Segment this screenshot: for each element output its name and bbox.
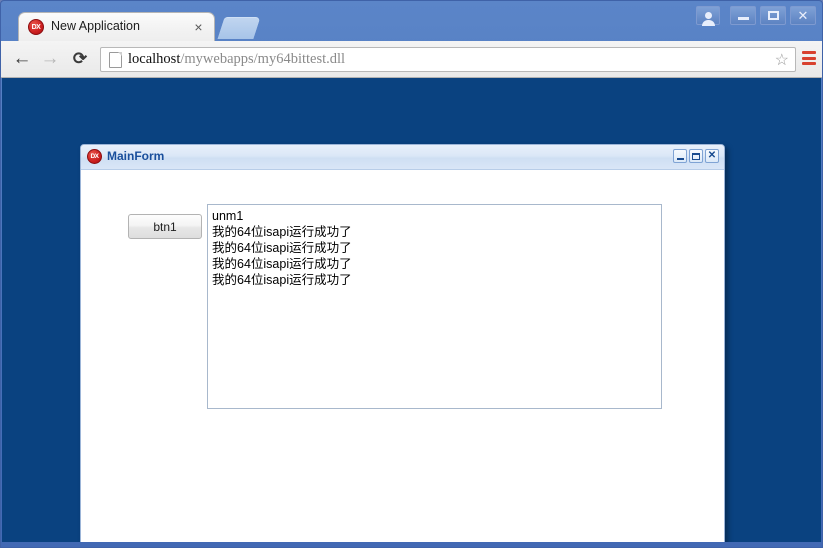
new-tab-button[interactable] [217, 17, 261, 39]
mainform-titlebar[interactable]: DX MainForm ✕ [81, 145, 724, 170]
close-icon: ✕ [707, 150, 717, 161]
mainform-title: MainForm [107, 149, 165, 163]
minimize-icon [737, 17, 749, 20]
window-minimize-button[interactable] [730, 6, 756, 25]
tab-strip: DX New Application × ✕ [1, 1, 822, 41]
reload-icon[interactable]: ⟳ [69, 48, 91, 70]
mainform-window-controls: ✕ [673, 149, 719, 163]
mainform-window: DX MainForm ✕ btn1 unm1 我的64位isapi运行成功了 … [80, 144, 725, 542]
maximize-icon [692, 152, 700, 160]
person-glyph [701, 12, 715, 26]
browser-tab[interactable]: DX New Application × [18, 12, 215, 41]
dx-circle-icon: DX [28, 19, 44, 35]
bookmark-star-icon[interactable]: ☆ [775, 52, 789, 69]
dx-badge-label: DX [87, 149, 102, 164]
browser-window: DX New Application × ✕ ← → ⟳ localhost/m… [0, 0, 823, 548]
browser-toolbar: ← → ⟳ localhost/mywebapps/my64bittest.dl… [1, 41, 822, 78]
forward-arrow-icon[interactable]: → [39, 48, 61, 70]
menu-bar-2 [802, 56, 816, 60]
mainform-maximize-button[interactable] [689, 149, 703, 163]
menu-bar-1 [802, 51, 816, 54]
url-path: /mywebapps/my64bittest.dll [180, 51, 346, 67]
window-close-button[interactable]: ✕ [790, 6, 816, 25]
window-caption-buttons: ✕ [696, 6, 816, 26]
back-arrow-icon[interactable]: ← [11, 48, 33, 70]
dx-badge-label: DX [28, 19, 44, 35]
tab-title: New Application [51, 19, 140, 33]
mainform-close-button[interactable]: ✕ [705, 149, 719, 163]
mainform-minimize-button[interactable] [673, 149, 687, 163]
url-host: localhost [128, 51, 181, 67]
maximize-icon [767, 11, 779, 20]
mainform-client-area: btn1 unm1 我的64位isapi运行成功了 我的64位isapi运行成功… [81, 170, 724, 542]
address-bar[interactable]: localhost/mywebapps/my64bittest.dll ☆ [100, 47, 796, 72]
tab-close-icon[interactable]: × [191, 20, 206, 35]
page-document-icon [109, 51, 122, 68]
window-maximize-button[interactable] [760, 6, 786, 25]
btn1-button[interactable]: btn1 [128, 214, 202, 239]
memo-textarea[interactable]: unm1 我的64位isapi运行成功了 我的64位isapi运行成功了 我的6… [207, 204, 662, 409]
address-bar-url: localhost/mywebapps/my64bittest.dll [128, 51, 345, 68]
chrome-menu-icon[interactable] [800, 50, 818, 66]
dx-circle-icon: DX [87, 149, 102, 164]
close-icon: ✕ [797, 8, 809, 23]
minimize-icon [676, 157, 684, 160]
page-viewport: DX MainForm ✕ btn1 unm1 我的64位isapi运行成功了 … [2, 78, 821, 542]
user-profile-icon[interactable] [696, 6, 720, 26]
menu-bar-3 [802, 62, 816, 65]
